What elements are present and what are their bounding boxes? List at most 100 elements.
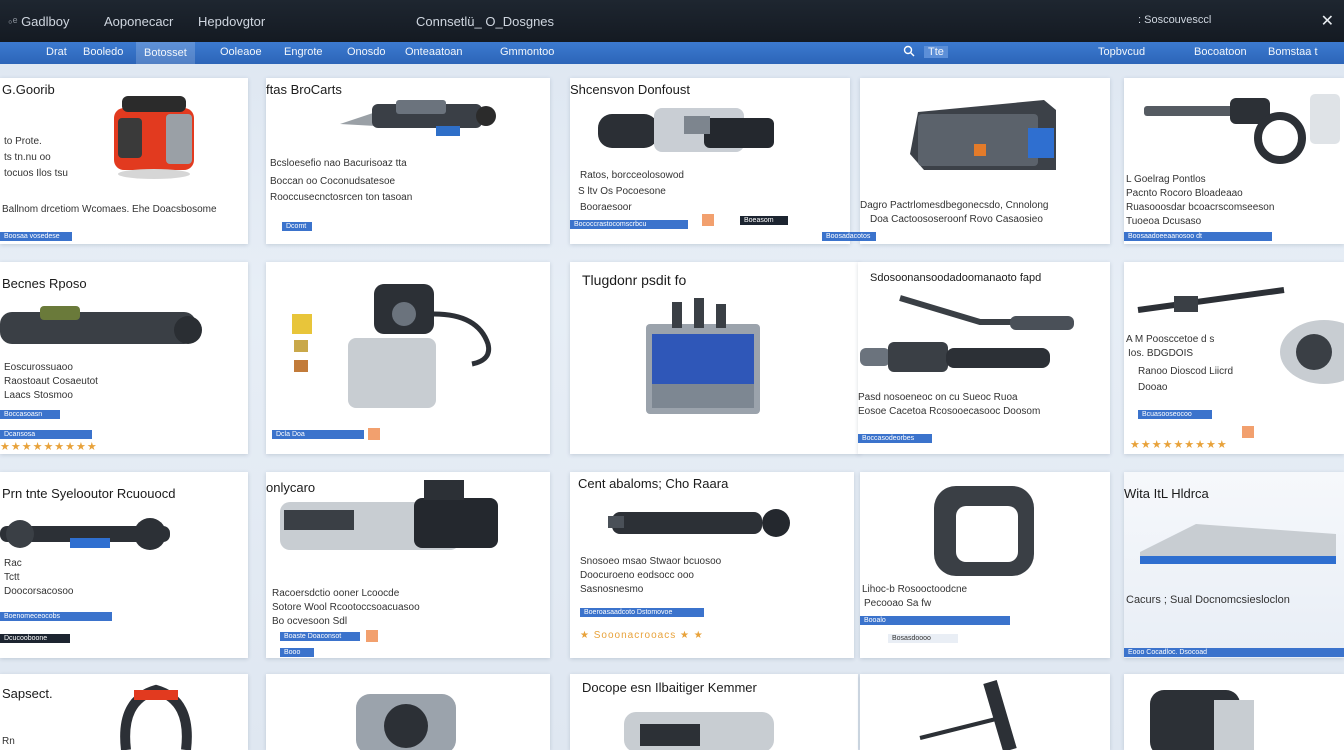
nav-item-bomstaa[interactable]: Bomstaa t (1268, 46, 1318, 58)
price-bar[interactable]: Booalo (860, 616, 1010, 625)
price-bar[interactable]: Dcomt (282, 222, 312, 231)
card-line: Ratos, borcceolosowod (580, 170, 684, 181)
search-input[interactable]: Tte (924, 46, 948, 58)
price-bar[interactable]: Boeroasaadcoto Dstomovoe (580, 608, 704, 617)
product-image (646, 298, 760, 414)
product-card[interactable]: A M Poosccetoe d s Ios. BDGDOIS Ranoo Di… (1124, 262, 1344, 454)
price-bar[interactable]: Bcuasooseocoo (1138, 410, 1212, 419)
buy-button[interactable]: Boeasom (740, 216, 788, 225)
product-card[interactable]: Wita ItL Hldrca Cacurs ; Sual Docnomcsie… (1124, 472, 1344, 658)
product-card[interactable]: G.Goorib to Prote. ts tn.nu oo tocuos Il… (0, 78, 248, 244)
card-line: A M Poosccetoe d s (1126, 334, 1215, 345)
price-bar[interactable]: Dcla Doa (272, 430, 364, 439)
discount-tag (1242, 426, 1254, 438)
product-card[interactable]: Tlugdonr psdit fo (570, 262, 860, 454)
close-icon[interactable]: ✕ (1321, 11, 1334, 31)
product-image (598, 108, 774, 152)
nav-item-gmmontoo[interactable]: Gmmontoo (500, 46, 554, 58)
product-image (280, 480, 498, 550)
product-image (0, 306, 202, 344)
card-line: tocuos Ilos tsu (4, 168, 68, 179)
card-line: Doocorsacosoo (4, 586, 74, 597)
card-line: Lihoc-b Rosooctoodcne (862, 584, 968, 595)
discount-tag (366, 630, 378, 642)
price-bar[interactable]: Boosaadoeeaanosoo dt (1124, 232, 1272, 241)
product-card[interactable]: Becnes Rposo Eoscurossuaoo Raostoaut Cos… (0, 262, 248, 454)
price-bar[interactable]: Bococcrastocomscrbcu (570, 220, 688, 229)
product-card[interactable]: Lihoc-b Rosooctoodcne Pecooao Sa fw Booa… (860, 472, 1110, 658)
product-card[interactable] (860, 674, 1110, 750)
product-card[interactable]: Docope esn Ilbaitiger Kemmer (570, 674, 858, 750)
product-card[interactable]: ftas BroCarts Bcsloesefio nao Bacurisoaz… (266, 78, 550, 244)
card-line: Pecooao Sa fw (864, 598, 932, 609)
price-bar[interactable]: Boccasodeorbes (858, 434, 932, 443)
buy-button[interactable]: Dcucooboone (0, 634, 70, 643)
card-title: ftas BroCarts (266, 82, 342, 97)
nav-item-booledo[interactable]: Booledo (83, 46, 123, 58)
card-line: ts tn.nu oo (4, 152, 51, 163)
card-line: Rooccusecnctosrcen ton tasoan (270, 192, 413, 203)
card-line: Laacs Stosmoo (4, 390, 73, 401)
price-bar[interactable]: Boosaa vosedese (0, 232, 72, 241)
menu-item-aoponecacr[interactable]: Aoponecacr (104, 14, 173, 29)
product-card[interactable]: Sdosoonansoodadoomanaoto fapd Pasd nosoe… (858, 262, 1110, 454)
card-line: Raostoaut Cosaeutot (4, 376, 98, 387)
card-line: Doa Cactoososeroonf Rovo Casaosieo (870, 214, 1043, 225)
product-card[interactable]: onlycaro Racoersdctio ooner Lcoocde Soto… (266, 472, 550, 658)
product-card[interactable]: L Goelrag Pontlos Pacnto Rocoro Bloadeaa… (1124, 78, 1344, 244)
card-line: Bo ocvesoon Sdl (272, 616, 348, 627)
price-bar[interactable]: Eooo Cocadloc. Dsocoad (1124, 648, 1344, 657)
nav-item-botosset[interactable]: Botosset (136, 42, 195, 64)
card-title: Shcensvon Donfoust (570, 82, 690, 97)
card-line: Sasnosnesmo (580, 584, 644, 595)
price-bar[interactable]: Boosadacotos (822, 232, 876, 241)
price-bar[interactable]: Boaste Doaconsot (280, 632, 360, 641)
buy-button[interactable]: Bosasdoooo (888, 634, 958, 643)
nav-item-onteaatoan[interactable]: Onteaatoan (405, 46, 463, 58)
price-bar[interactable]: Boenomeceocobs (0, 612, 112, 621)
card-line: Racoersdctio ooner Lcoocde (272, 588, 400, 599)
product-card[interactable]: Dcla Doa (266, 262, 550, 454)
card-line: Boccan oo Coconudsatesoe (270, 176, 396, 187)
product-card[interactable]: Sapsect. Rn (0, 674, 248, 750)
product-image (624, 712, 774, 750)
product-card[interactable]: Prn tnte Syelooutor Rcuouocd Rac Tctt Do… (0, 472, 248, 658)
product-card[interactable]: Dagro Pactrlomesdbegonecsdo, Cnnolong Do… (860, 78, 1110, 244)
nav-item-onosdo[interactable]: Onosdo (347, 46, 386, 58)
product-image (910, 100, 1056, 170)
card-title: G.Goorib (2, 82, 55, 97)
card-line: S ltv Os Pocoesone (578, 186, 666, 197)
nav-item-ooleaoe[interactable]: Ooleaoe (220, 46, 262, 58)
buy-button[interactable]: Dcansosa (0, 430, 92, 439)
product-card[interactable]: Shcensvon Donfoust Ratos, borcceolosowod… (570, 78, 850, 244)
nav-item-bocoatoon[interactable]: Bocoatoon (1194, 46, 1247, 58)
nav-item-topbvcud[interactable]: Topbvcud (1098, 46, 1145, 58)
buy-button[interactable]: Booo (280, 648, 314, 657)
card-line: Rac (4, 558, 22, 569)
card-line: Bcsloesefio nao Bacurisoaz tta (270, 158, 407, 169)
product-card[interactable]: Cent abaloms; Cho Raara Snosoeo msao Stw… (570, 472, 854, 658)
card-title: Becnes Rposo (2, 276, 87, 291)
product-image (114, 96, 194, 179)
card-title: Sdosoonansoodadoomanaoto fapd (870, 272, 1042, 284)
card-title: Wita ItL Hldrca (1124, 486, 1209, 501)
card-line: Snosoeo msao Stwaor bcuosoo (580, 556, 722, 567)
card-line: Dooao (1138, 382, 1168, 393)
card-line: Eosoe Cacetoa Rcosooecasooc Doosom (858, 406, 1041, 417)
card-title: Docope esn Ilbaitiger Kemmer (582, 680, 757, 695)
rating-stars: ★★★★★★★★★ (0, 441, 98, 453)
nav-item-engrote[interactable]: Engrote (284, 46, 323, 58)
card-line: Eoscurossuaoo (4, 362, 73, 373)
product-image (860, 295, 1074, 372)
card-line: Doocuroeno eodsocc ooo (580, 570, 694, 581)
menu-item-hepdovgtor[interactable]: Hepdovgtor (198, 14, 265, 29)
product-card[interactable] (266, 674, 550, 750)
card-line: Ruasooosdar bcoacrscomseeson (1126, 202, 1275, 213)
search-icon[interactable] (903, 45, 915, 57)
nav-item-drat[interactable]: Drat (46, 46, 67, 58)
app-logo-menu[interactable]: ◦ᵉ Gadlboy (8, 14, 69, 29)
product-card[interactable] (1124, 674, 1344, 750)
price-bar[interactable]: Boccasoasn (0, 410, 60, 419)
product-grid: G.Goorib to Prote. ts tn.nu oo tocuos Il… (0, 64, 1344, 750)
product-image (934, 486, 1034, 576)
